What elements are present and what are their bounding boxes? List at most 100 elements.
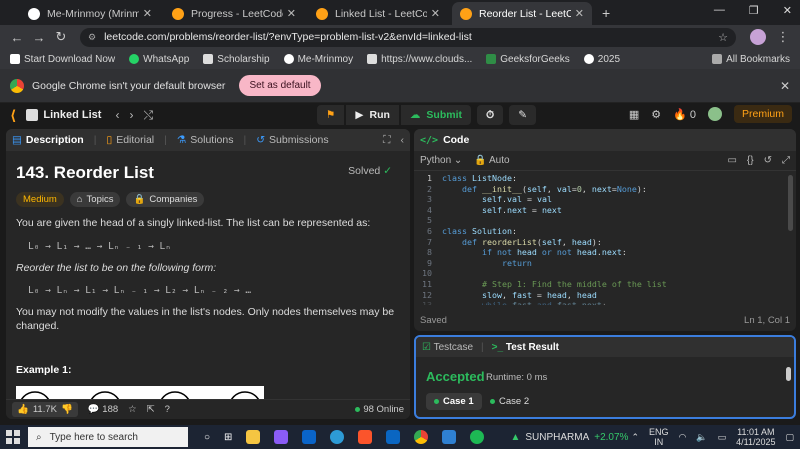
file-explorer-icon[interactable] <box>246 430 261 444</box>
wifi-icon[interactable]: ◠ <box>679 432 687 443</box>
close-tab-icon[interactable]: ✕ <box>431 7 440 20</box>
timer-icon[interactable]: ⏱ <box>477 105 504 125</box>
tab-submissions[interactable]: ↺ Submissions <box>256 134 328 146</box>
close-icon[interactable]: ✕ <box>780 79 790 93</box>
premium-button[interactable]: Premium <box>733 105 792 123</box>
run-controls: ⚑ ▶ Run ☁ Submit ⏱ ✎ <box>317 105 537 125</box>
bookmark-item[interactable]: GeeksforGeeks <box>486 54 570 65</box>
tab-editorial[interactable]: ▯ Editorial <box>106 134 154 146</box>
tab-solutions[interactable]: ⚗ Solutions <box>177 134 234 146</box>
topics-chip[interactable]: ⌂ Topics <box>69 192 121 207</box>
chrome-icon[interactable] <box>414 430 429 444</box>
format-icon[interactable]: {} <box>747 155 754 166</box>
forward-icon[interactable]: → <box>28 30 50 45</box>
close-tab-icon[interactable]: ✕ <box>575 7 584 20</box>
bookmark-star-icon[interactable]: ☆ <box>718 31 728 44</box>
comments-button[interactable]: 💬 188 <box>88 404 118 415</box>
collapse-icon[interactable]: ‹ <box>401 134 405 147</box>
spotify-icon[interactable] <box>470 430 485 444</box>
result-scrollbar[interactable] <box>786 367 791 381</box>
edge-icon[interactable] <box>330 430 345 444</box>
code-scrollbar[interactable] <box>788 175 793 231</box>
expand-icon[interactable]: ⤢ <box>782 155 790 166</box>
notifications-icon[interactable]: ▢ <box>785 432 794 443</box>
bookmark-item[interactable]: WhatsApp <box>129 54 189 65</box>
clock[interactable]: 11:01 AM 4/11/2025 <box>736 427 775 448</box>
outlook-icon[interactable] <box>302 430 317 444</box>
chevron-up-icon[interactable]: ⌃ <box>631 432 639 443</box>
notes-icon[interactable]: ✎ <box>509 105 537 125</box>
bookmark-item[interactable]: 2025 <box>583 54 620 65</box>
browser-tab[interactable]: Reorder List - LeetCode ✕ <box>452 2 592 25</box>
thumbs-down-icon[interactable]: 👎 <box>61 404 73 415</box>
debug-icon[interactable]: ⚑ <box>317 105 345 125</box>
streak-counter[interactable]: 🔥 0 <box>673 108 696 121</box>
submit-button[interactable]: ☁ Submit <box>400 105 472 125</box>
problem-list-button[interactable]: Linked List <box>26 109 101 121</box>
companies-chip[interactable]: 🔒 Companies <box>126 192 205 207</box>
description-icon: ▤ <box>12 134 22 146</box>
vscode-icon[interactable] <box>442 430 457 444</box>
set-default-button[interactable]: Set as default <box>239 75 321 96</box>
linkedin-icon[interactable] <box>386 430 401 444</box>
reload-icon[interactable]: ↻ <box>50 29 72 45</box>
case-tab-2[interactable]: Case 2 <box>482 393 537 410</box>
reset-icon[interactable]: ↺ <box>764 155 772 166</box>
code-editor[interactable]: 1 class ListNode: 2 def __init__(self, va… <box>414 173 796 305</box>
tab-test-result[interactable]: >_ Test Result <box>492 342 559 353</box>
brave-icon[interactable] <box>358 430 373 444</box>
auto-toggle[interactable]: 🔒 Auto <box>474 155 509 166</box>
share-icon[interactable]: ⇱ <box>147 404 155 415</box>
problem-title[interactable]: 143. Reorder List <box>16 163 400 183</box>
widgets-icon[interactable]: ⊞ <box>224 432 232 443</box>
tab-description[interactable]: ▤ Description <box>12 134 84 146</box>
browser-tab[interactable]: Me-Mrinmoy (Mrinmoy Saman ✕ <box>20 2 160 25</box>
battery-icon[interactable]: ▭ <box>718 432 727 443</box>
maximize-icon[interactable]: ⛶ <box>383 134 390 147</box>
bookmark-item[interactable]: Me-Mrinmoy <box>283 54 353 65</box>
minimize-icon[interactable]: — <box>714 4 725 17</box>
chrome-menu-icon[interactable]: ⋮ <box>772 29 794 45</box>
favorite-star-icon[interactable]: ☆ <box>128 404 137 415</box>
browser-tab[interactable]: Progress - LeetCode ✕ <box>164 2 304 25</box>
bookmark-item[interactable]: https://www.clouds... <box>367 54 472 65</box>
back-icon[interactable]: ← <box>6 30 28 45</box>
task-view-icon[interactable]: ○ <box>204 432 210 443</box>
site-info-icon[interactable]: ⚙ <box>88 32 96 43</box>
like-button[interactable]: 👍 11.7K 👎 <box>12 402 78 417</box>
browser-tab[interactable]: Linked List - LeetCode ✕ <box>308 2 448 25</box>
stock-widget[interactable]: ▲ SUNPHARMA +2.07% <box>510 432 628 443</box>
github-icon <box>283 54 294 64</box>
case-tab-1[interactable]: Case 1 <box>426 393 482 410</box>
language-select[interactable]: Python ⌄ <box>420 155 462 166</box>
volume-icon[interactable]: 🔈 <box>696 432 707 443</box>
restore-icon[interactable]: ❐ <box>749 4 759 17</box>
windows-start-icon[interactable] <box>6 430 20 444</box>
prev-problem-icon[interactable]: ‹ <box>115 108 119 122</box>
close-tab-icon[interactable]: ✕ <box>143 7 152 20</box>
new-tab-icon[interactable]: + <box>602 5 610 21</box>
bookmark-item[interactable]: Scholarship <box>203 54 270 65</box>
formula-original: L₀ → L₁ → … → Lₙ ₋ ₁ → Lₙ <box>28 240 171 252</box>
all-bookmarks[interactable]: All Bookmarks <box>712 54 790 65</box>
help-icon[interactable]: ? <box>165 404 170 415</box>
bookmark-item[interactable]: Start Download Now <box>10 54 115 65</box>
list-icon <box>26 109 39 121</box>
flask-icon: ⚗ <box>176 134 187 146</box>
bookmark-icon[interactable]: ▭ <box>727 155 736 166</box>
shuffle-icon[interactable]: ⤭ <box>143 108 153 123</box>
user-avatar[interactable] <box>707 107 722 121</box>
run-button[interactable]: ▶ Run <box>346 105 399 125</box>
profile-avatar[interactable] <box>750 29 766 45</box>
taskbar-search[interactable]: ⌕ Type here to search <box>28 427 188 447</box>
layout-icon[interactable]: ▦ <box>629 108 639 121</box>
language-indicator[interactable]: ENG IN <box>649 427 669 448</box>
tab-testcase[interactable]: ☑ Testcase <box>422 342 473 353</box>
next-problem-icon[interactable]: › <box>129 108 133 122</box>
leetcode-logo-icon[interactable]: ⟨ <box>10 107 16 124</box>
copilot-icon[interactable] <box>274 430 289 444</box>
close-tab-icon[interactable]: ✕ <box>287 7 296 20</box>
omnibox[interactable]: ⚙ leetcode.com/problems/reorder-list/?en… <box>80 27 736 47</box>
close-window-icon[interactable]: ✕ <box>783 4 792 17</box>
settings-icon[interactable]: ⚙ <box>651 108 661 121</box>
